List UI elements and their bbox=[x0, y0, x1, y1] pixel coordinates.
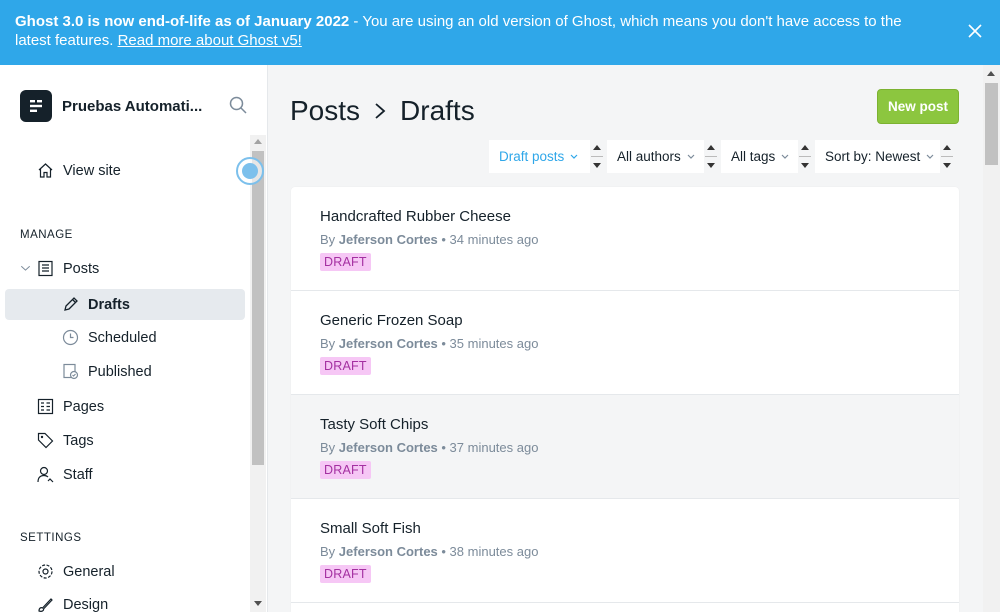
pages-icon bbox=[37, 398, 54, 415]
sidebar: Pruebas Automati... View site MANAGE Pos… bbox=[0, 65, 268, 612]
type-filter-value: Draft posts bbox=[499, 149, 565, 164]
ghost-logo-icon bbox=[20, 90, 52, 122]
list-item[interactable]: Tasty Soft Chips By Jeferson Cortes • 37… bbox=[291, 395, 959, 499]
banner-link[interactable]: Read more about Ghost v5! bbox=[118, 32, 302, 49]
tag-filter-dropdown[interactable]: All tags bbox=[721, 140, 798, 173]
sidebar-item-published[interactable]: Published bbox=[62, 363, 152, 380]
post-title[interactable]: Handcrafted Rubber Cheese bbox=[320, 208, 511, 225]
document-icon bbox=[38, 260, 53, 277]
cursor-indicator bbox=[236, 157, 264, 185]
chevron-down-icon bbox=[926, 154, 934, 159]
sort-value: Sort by: Newest bbox=[825, 149, 921, 164]
sidebar-item-general[interactable]: General bbox=[37, 563, 115, 580]
chevron-right-icon bbox=[375, 103, 386, 119]
banner-headline: Ghost 3.0 is now end-of-life as of Janua… bbox=[15, 13, 350, 30]
chevron-down-icon[interactable] bbox=[20, 263, 31, 274]
sidebar-item-label: Scheduled bbox=[88, 329, 157, 346]
sidebar-item-label: Drafts bbox=[88, 296, 130, 313]
post-title[interactable]: Generic Frozen Soap bbox=[320, 312, 463, 329]
sidebar-item-label: Published bbox=[88, 363, 152, 380]
sidebar-item-pages[interactable]: Pages bbox=[37, 398, 104, 415]
pencil-icon bbox=[64, 297, 78, 311]
post-time: • 35 minutes ago bbox=[437, 336, 539, 351]
brush-icon bbox=[38, 598, 53, 612]
tag-icon bbox=[37, 432, 54, 449]
post-author: Jeferson Cortes bbox=[338, 336, 438, 351]
clock-icon bbox=[62, 329, 79, 346]
breadcrumb-posts[interactable]: Posts bbox=[290, 95, 360, 127]
chevron-down-icon bbox=[570, 154, 578, 159]
sidebar-item-label: Design bbox=[63, 596, 109, 612]
sidebar-item-tags[interactable]: Tags bbox=[37, 432, 94, 449]
type-filter-stepper[interactable] bbox=[590, 141, 604, 172]
list-item[interactable]: Small Soft Fish By Jeferson Cortes • 38 … bbox=[291, 499, 959, 603]
close-icon[interactable] bbox=[968, 24, 982, 38]
sidebar-scrollbar[interactable] bbox=[250, 135, 266, 612]
manage-section-label: MANAGE bbox=[20, 229, 73, 241]
search-icon[interactable] bbox=[229, 96, 247, 114]
sidebar-item-label: General bbox=[63, 563, 115, 580]
status-badge: DRAFT bbox=[320, 357, 371, 375]
post-time: • 34 minutes ago bbox=[437, 232, 539, 247]
sidebar-item-drafts[interactable]: Drafts bbox=[62, 296, 130, 313]
post-time: • 38 minutes ago bbox=[437, 544, 539, 559]
sidebar-item-view-site[interactable]: View site bbox=[37, 162, 121, 179]
published-icon bbox=[63, 363, 79, 380]
post-author: Jeferson Cortes bbox=[338, 440, 438, 455]
gear-icon bbox=[38, 564, 53, 579]
tag-filter-stepper[interactable] bbox=[798, 141, 812, 172]
scroll-up-arrow-icon[interactable] bbox=[987, 71, 995, 76]
site-name: Pruebas Automati... bbox=[62, 97, 203, 115]
post-meta: By Jeferson Cortes • 34 minutes ago bbox=[320, 232, 539, 247]
status-badge: DRAFT bbox=[320, 461, 371, 479]
breadcrumb: Posts Drafts bbox=[290, 95, 475, 127]
page-title: Drafts bbox=[400, 95, 475, 126]
sidebar-item-label: Pages bbox=[63, 398, 105, 415]
new-post-button[interactable]: New post bbox=[877, 89, 959, 124]
post-meta: By Jeferson Cortes • 37 minutes ago bbox=[320, 440, 539, 455]
chevron-down-icon bbox=[687, 154, 695, 159]
type-filter-dropdown[interactable]: Draft posts bbox=[489, 140, 590, 173]
author-filter-dropdown[interactable]: All authors bbox=[607, 140, 704, 173]
sidebar-item-label: View site bbox=[63, 162, 121, 179]
post-author: Jeferson Cortes bbox=[338, 544, 438, 559]
sort-dropdown[interactable]: Sort by: Newest bbox=[815, 140, 940, 173]
list-item[interactable]: Handcrafted Rubber Cheese By Jeferson Co… bbox=[291, 187, 959, 291]
tag-filter-value: All tags bbox=[731, 149, 776, 164]
status-badge: DRAFT bbox=[320, 565, 371, 583]
list-item[interactable]: Generic Frozen Soap By Jeferson Cortes •… bbox=[291, 291, 959, 395]
settings-section-label: SETTINGS bbox=[20, 532, 82, 544]
sidebar-item-scheduled[interactable]: Scheduled bbox=[62, 329, 157, 346]
sidebar-item-label: Staff bbox=[63, 466, 93, 483]
sidebar-item-staff[interactable]: Staff bbox=[37, 466, 93, 483]
sidebar-item-posts[interactable]: Posts bbox=[20, 260, 99, 277]
scroll-up-arrow-icon[interactable] bbox=[254, 139, 262, 144]
staff-icon bbox=[37, 466, 54, 483]
main-scrollbar[interactable] bbox=[983, 65, 1000, 612]
author-filter-stepper[interactable] bbox=[704, 141, 718, 172]
post-time: • 37 minutes ago bbox=[437, 440, 539, 455]
post-title[interactable]: Tasty Soft Chips bbox=[320, 416, 428, 433]
scroll-down-arrow-icon[interactable] bbox=[254, 601, 262, 606]
sidebar-item-label: Tags bbox=[63, 432, 94, 449]
scrollbar-thumb[interactable] bbox=[252, 151, 264, 465]
chevron-down-icon bbox=[781, 154, 789, 159]
post-author: Jeferson Cortes bbox=[338, 232, 438, 247]
post-title[interactable]: Small Soft Fish bbox=[320, 520, 421, 537]
sidebar-item-design[interactable]: Design bbox=[37, 596, 108, 612]
update-banner: Ghost 3.0 is now end-of-life as of Janua… bbox=[0, 0, 1000, 65]
author-filter-value: All authors bbox=[617, 149, 681, 164]
post-meta: By Jeferson Cortes • 35 minutes ago bbox=[320, 336, 539, 351]
sort-stepper[interactable] bbox=[940, 141, 954, 172]
status-badge: DRAFT bbox=[320, 253, 371, 271]
post-meta: By Jeferson Cortes • 38 minutes ago bbox=[320, 544, 539, 559]
site-brand[interactable]: Pruebas Automati... bbox=[20, 90, 202, 122]
post-list: Handcrafted Rubber Cheese By Jeferson Co… bbox=[291, 187, 959, 612]
scrollbar-thumb[interactable] bbox=[985, 83, 998, 165]
home-icon bbox=[38, 163, 53, 178]
sidebar-item-label: Posts bbox=[63, 260, 100, 277]
